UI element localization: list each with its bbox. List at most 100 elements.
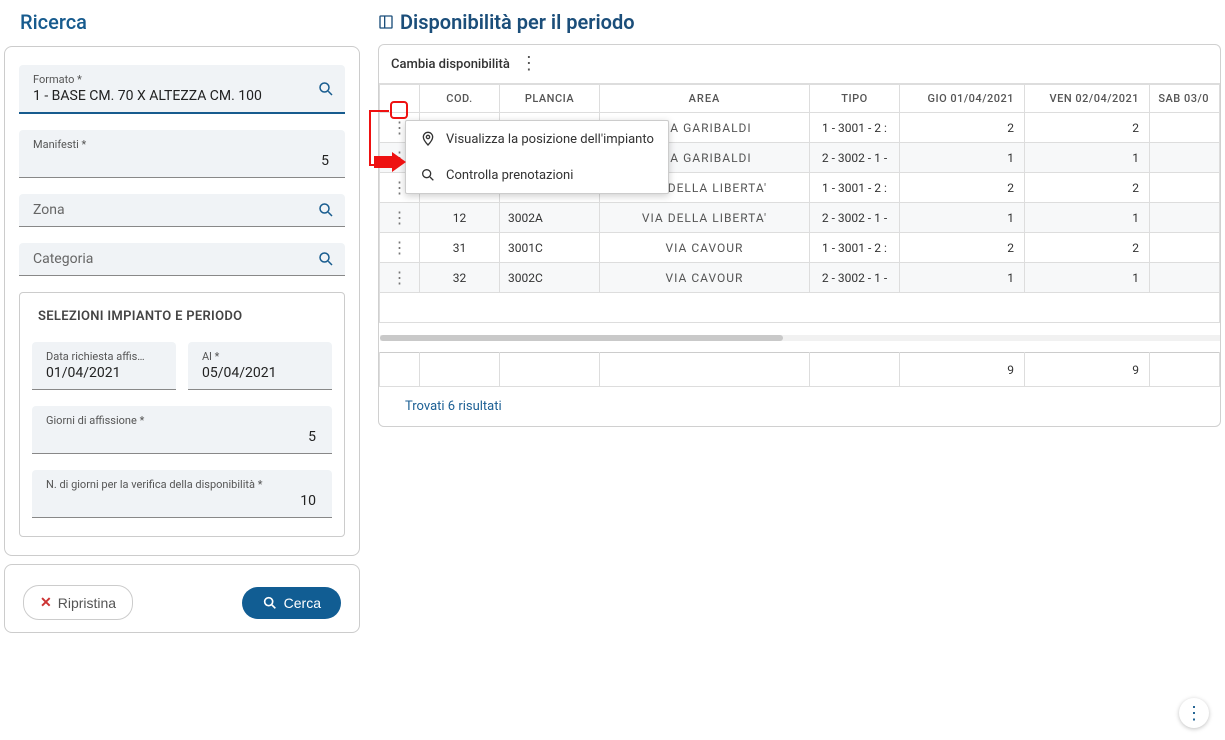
cell-tipo: 2 - 3002 - 1 - bbox=[810, 263, 900, 293]
menu-view-position-label: Visualizza la posizione dell'impianto bbox=[446, 132, 654, 147]
cell-d2: 2 bbox=[1025, 173, 1150, 203]
search-icon[interactable] bbox=[317, 201, 335, 219]
col-tipo[interactable]: TIPO bbox=[810, 85, 900, 113]
col-day1[interactable]: GIO 01/04/2021 bbox=[900, 85, 1025, 113]
period-subcard-title: SELEZIONI IMPIANTO E PERIODO bbox=[32, 309, 332, 324]
formato-field[interactable]: Formato * 1 - BASE CM. 70 X ALTEZZA CM. … bbox=[19, 65, 345, 114]
data-richiesta-value: 01/04/2021 bbox=[46, 365, 166, 383]
row-kebab-icon[interactable]: ⋮ bbox=[392, 238, 408, 257]
map-pin-icon bbox=[420, 131, 436, 147]
col-menu bbox=[380, 85, 420, 113]
ngiorni-value: 10 bbox=[46, 493, 322, 511]
cell-d3 bbox=[1150, 173, 1220, 203]
availability-title: Disponibilità per il periodo bbox=[400, 10, 635, 34]
search-panel-title: Ricerca bbox=[20, 10, 360, 34]
table-row[interactable]: ⋮313001CVIA CAVOUR1 - 3001 - 2 :22 bbox=[380, 233, 1220, 263]
ngiorni-field[interactable]: N. di giorni per la verifica della dispo… bbox=[32, 470, 332, 518]
search-label: Cerca bbox=[284, 595, 321, 611]
cell-cod: 12 bbox=[420, 203, 500, 233]
col-plancia[interactable]: PLANCIA bbox=[500, 85, 600, 113]
cell-plancia: 3001C bbox=[500, 233, 600, 263]
change-availability-button[interactable]: Cambia disponibilità bbox=[391, 57, 510, 72]
cell-d3 bbox=[1150, 143, 1220, 173]
cell-d3 bbox=[1150, 233, 1220, 263]
cell-plancia: 3002C bbox=[500, 263, 600, 293]
search-card: Formato * 1 - BASE CM. 70 X ALTEZZA CM. … bbox=[4, 46, 360, 556]
manifesti-field[interactable]: Manifesti * 5 bbox=[19, 130, 345, 178]
search-icon bbox=[420, 167, 436, 183]
total-d2: 9 bbox=[1025, 353, 1150, 387]
cell-area: VIA DELLA LIBERTA' bbox=[600, 203, 810, 233]
categoria-field[interactable]: Categoria bbox=[19, 243, 345, 276]
giorni-field[interactable]: Giorni di affissione * 5 bbox=[32, 406, 332, 454]
result-count: Trovati 6 risultati bbox=[379, 387, 1220, 426]
menu-view-position[interactable]: Visualizza la posizione dell'impianto bbox=[406, 121, 668, 157]
row-kebab-icon[interactable]: ⋮ bbox=[392, 208, 408, 227]
period-subcard: SELEZIONI IMPIANTO E PERIODO Data richie… bbox=[19, 292, 345, 537]
cell-cod: 32 bbox=[420, 263, 500, 293]
col-cod[interactable]: COD. bbox=[420, 85, 500, 113]
horizontal-scrollbar[interactable] bbox=[380, 335, 1220, 341]
data-richiesta-label: Data richiesta affis… bbox=[46, 350, 166, 363]
giorni-label: Giorni di affissione * bbox=[46, 414, 322, 427]
cell-d1: 1 bbox=[900, 143, 1025, 173]
cell-d1: 2 bbox=[900, 233, 1025, 263]
close-icon: ✕ bbox=[40, 594, 52, 611]
cell-tipo: 1 - 3001 - 2 : bbox=[810, 173, 900, 203]
layout-icon bbox=[378, 14, 394, 30]
cell-cod: 31 bbox=[420, 233, 500, 263]
total-d1: 9 bbox=[900, 353, 1025, 387]
data-richiesta-field[interactable]: Data richiesta affis… 01/04/2021 bbox=[32, 342, 176, 390]
search-icon[interactable] bbox=[317, 250, 335, 268]
formato-label: Formato * bbox=[33, 73, 335, 86]
cell-tipo: 1 - 3001 - 2 : bbox=[810, 233, 900, 263]
table-row[interactable]: ⋮ 123002AVIA DELLA LIBERTA'2 - 3002 - 1 -… bbox=[380, 203, 1220, 233]
menu-check-reservations-label: Controlla prenotazioni bbox=[446, 168, 573, 183]
table-row[interactable]: ⋮323002CVIA CAVOUR2 - 3002 - 1 -11 bbox=[380, 263, 1220, 293]
cell-area: VIA CAVOUR bbox=[600, 233, 810, 263]
reset-button[interactable]: ✕ Ripristina bbox=[23, 585, 133, 620]
cell-d3 bbox=[1150, 113, 1220, 143]
reset-label: Ripristina bbox=[58, 595, 116, 611]
cell-d1: 1 bbox=[900, 203, 1025, 233]
cell-d1: 2 bbox=[900, 173, 1025, 203]
cell-d2: 1 bbox=[1025, 143, 1150, 173]
grid-wrapper: Cambia disponibilità ⋮ COD. PLANCIA bbox=[378, 44, 1221, 427]
toolbar-kebab-icon[interactable]: ⋮ bbox=[520, 55, 538, 73]
al-field[interactable]: Al * 05/04/2021 bbox=[188, 342, 332, 390]
grid-footer-row: 9 9 bbox=[380, 353, 1220, 387]
al-label: Al * bbox=[202, 350, 322, 363]
cell-d3 bbox=[1150, 263, 1220, 293]
col-day3[interactable]: SAB 03/0 bbox=[1150, 85, 1220, 113]
col-area[interactable]: AREA bbox=[600, 85, 810, 113]
manifesti-value: 5 bbox=[33, 153, 335, 171]
cell-d3 bbox=[1150, 203, 1220, 233]
grid-toolbar: Cambia disponibilità ⋮ bbox=[379, 45, 1220, 84]
cell-d2: 1 bbox=[1025, 263, 1150, 293]
search-icon bbox=[262, 595, 278, 611]
formato-value: 1 - BASE CM. 70 X ALTEZZA CM. 100 bbox=[33, 88, 335, 106]
row-kebab-icon[interactable]: ⋮ bbox=[392, 268, 408, 287]
cell-tipo: 1 - 3001 - 2 : bbox=[810, 113, 900, 143]
grid-header-row: COD. PLANCIA AREA TIPO GIO 01/04/2021 VE… bbox=[380, 85, 1220, 113]
menu-check-reservations[interactable]: Controlla prenotazioni bbox=[406, 157, 668, 193]
col-day2[interactable]: VEN 02/04/2021 bbox=[1025, 85, 1150, 113]
cell-d2: 2 bbox=[1025, 233, 1150, 263]
ngiorni-label: N. di giorni per la verifica della dispo… bbox=[46, 478, 322, 491]
al-value: 05/04/2021 bbox=[202, 365, 322, 383]
cell-tipo: 2 - 3002 - 1 - bbox=[810, 203, 900, 233]
categoria-label: Categoria bbox=[33, 251, 335, 267]
search-icon[interactable] bbox=[317, 80, 335, 98]
cell-area: VIA CAVOUR bbox=[600, 263, 810, 293]
zona-label: Zona bbox=[33, 202, 335, 218]
giorni-value: 5 bbox=[46, 429, 322, 447]
cell-d1: 1 bbox=[900, 263, 1025, 293]
manifesti-label: Manifesti * bbox=[33, 138, 335, 151]
cell-plancia: 3002A bbox=[500, 203, 600, 233]
fab-more-icon[interactable]: ⋮ bbox=[1179, 698, 1209, 728]
search-button[interactable]: Cerca bbox=[242, 587, 341, 619]
cell-d2: 2 bbox=[1025, 113, 1150, 143]
cell-d1: 2 bbox=[900, 113, 1025, 143]
zona-field[interactable]: Zona bbox=[19, 194, 345, 227]
cell-tipo: 2 - 3002 - 1 - bbox=[810, 143, 900, 173]
